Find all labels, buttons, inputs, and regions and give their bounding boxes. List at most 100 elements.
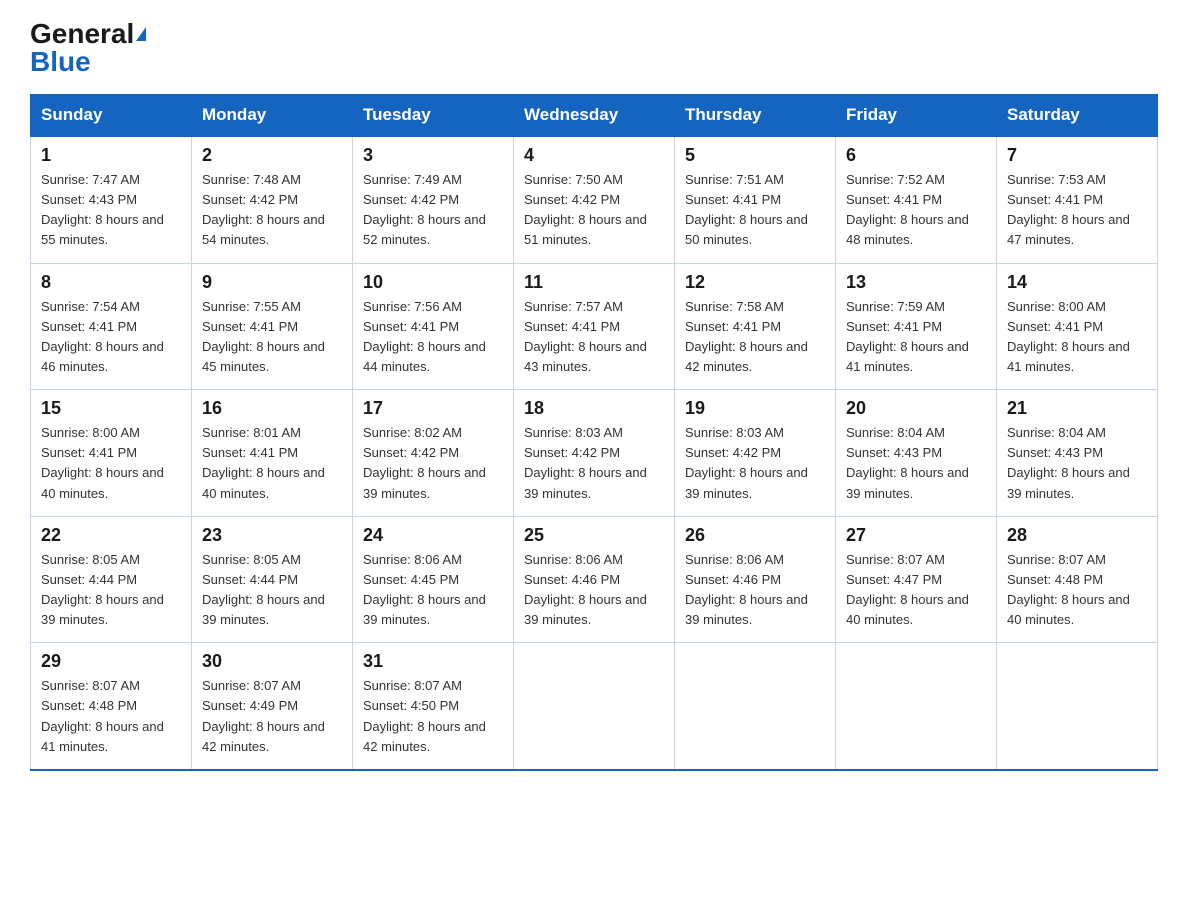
calendar-cell: 24 Sunrise: 8:06 AMSunset: 4:45 PMDaylig… [353,516,514,643]
calendar-header-row: SundayMondayTuesdayWednesdayThursdayFrid… [31,95,1158,137]
calendar-week-row: 1 Sunrise: 7:47 AMSunset: 4:43 PMDayligh… [31,136,1158,263]
col-header-tuesday: Tuesday [353,95,514,137]
day-info: Sunrise: 8:05 AMSunset: 4:44 PMDaylight:… [202,550,342,631]
calendar-cell: 3 Sunrise: 7:49 AMSunset: 4:42 PMDayligh… [353,136,514,263]
day-info: Sunrise: 8:00 AMSunset: 4:41 PMDaylight:… [41,423,181,504]
calendar-cell: 30 Sunrise: 8:07 AMSunset: 4:49 PMDaylig… [192,643,353,770]
col-header-monday: Monday [192,95,353,137]
calendar-cell: 20 Sunrise: 8:04 AMSunset: 4:43 PMDaylig… [836,390,997,517]
calendar-cell: 5 Sunrise: 7:51 AMSunset: 4:41 PMDayligh… [675,136,836,263]
day-number: 23 [202,525,342,546]
day-number: 16 [202,398,342,419]
col-header-thursday: Thursday [675,95,836,137]
calendar-cell: 6 Sunrise: 7:52 AMSunset: 4:41 PMDayligh… [836,136,997,263]
day-info: Sunrise: 8:06 AMSunset: 4:46 PMDaylight:… [524,550,664,631]
calendar-cell: 28 Sunrise: 8:07 AMSunset: 4:48 PMDaylig… [997,516,1158,643]
calendar-cell: 21 Sunrise: 8:04 AMSunset: 4:43 PMDaylig… [997,390,1158,517]
day-number: 24 [363,525,503,546]
day-info: Sunrise: 8:02 AMSunset: 4:42 PMDaylight:… [363,423,503,504]
calendar-cell: 7 Sunrise: 7:53 AMSunset: 4:41 PMDayligh… [997,136,1158,263]
calendar-cell: 19 Sunrise: 8:03 AMSunset: 4:42 PMDaylig… [675,390,836,517]
day-info: Sunrise: 8:03 AMSunset: 4:42 PMDaylight:… [524,423,664,504]
day-number: 30 [202,651,342,672]
calendar-cell [675,643,836,770]
day-number: 18 [524,398,664,419]
calendar-cell [997,643,1158,770]
day-number: 29 [41,651,181,672]
day-info: Sunrise: 7:58 AMSunset: 4:41 PMDaylight:… [685,297,825,378]
calendar-cell: 4 Sunrise: 7:50 AMSunset: 4:42 PMDayligh… [514,136,675,263]
calendar-cell: 18 Sunrise: 8:03 AMSunset: 4:42 PMDaylig… [514,390,675,517]
col-header-saturday: Saturday [997,95,1158,137]
day-number: 31 [363,651,503,672]
logo-blue: Blue [30,46,91,77]
day-number: 6 [846,145,986,166]
day-info: Sunrise: 7:49 AMSunset: 4:42 PMDaylight:… [363,170,503,251]
day-info: Sunrise: 7:57 AMSunset: 4:41 PMDaylight:… [524,297,664,378]
day-info: Sunrise: 8:07 AMSunset: 4:49 PMDaylight:… [202,676,342,757]
day-number: 25 [524,525,664,546]
calendar-table: SundayMondayTuesdayWednesdayThursdayFrid… [30,94,1158,771]
logo-general: General [30,18,134,49]
day-number: 14 [1007,272,1147,293]
day-info: Sunrise: 7:54 AMSunset: 4:41 PMDaylight:… [41,297,181,378]
day-info: Sunrise: 8:04 AMSunset: 4:43 PMDaylight:… [1007,423,1147,504]
day-info: Sunrise: 8:06 AMSunset: 4:46 PMDaylight:… [685,550,825,631]
day-number: 21 [1007,398,1147,419]
day-info: Sunrise: 7:56 AMSunset: 4:41 PMDaylight:… [363,297,503,378]
calendar-cell: 1 Sunrise: 7:47 AMSunset: 4:43 PMDayligh… [31,136,192,263]
calendar-cell: 9 Sunrise: 7:55 AMSunset: 4:41 PMDayligh… [192,263,353,390]
calendar-cell: 26 Sunrise: 8:06 AMSunset: 4:46 PMDaylig… [675,516,836,643]
day-number: 12 [685,272,825,293]
calendar-cell: 10 Sunrise: 7:56 AMSunset: 4:41 PMDaylig… [353,263,514,390]
day-info: Sunrise: 7:59 AMSunset: 4:41 PMDaylight:… [846,297,986,378]
col-header-friday: Friday [836,95,997,137]
day-number: 27 [846,525,986,546]
day-number: 1 [41,145,181,166]
calendar-cell: 27 Sunrise: 8:07 AMSunset: 4:47 PMDaylig… [836,516,997,643]
day-number: 22 [41,525,181,546]
day-number: 17 [363,398,503,419]
day-number: 4 [524,145,664,166]
calendar-week-row: 8 Sunrise: 7:54 AMSunset: 4:41 PMDayligh… [31,263,1158,390]
day-number: 10 [363,272,503,293]
day-info: Sunrise: 7:50 AMSunset: 4:42 PMDaylight:… [524,170,664,251]
calendar-week-row: 29 Sunrise: 8:07 AMSunset: 4:48 PMDaylig… [31,643,1158,770]
col-header-sunday: Sunday [31,95,192,137]
logo: General Blue [30,20,146,76]
day-info: Sunrise: 8:03 AMSunset: 4:42 PMDaylight:… [685,423,825,504]
calendar-cell: 31 Sunrise: 8:07 AMSunset: 4:50 PMDaylig… [353,643,514,770]
day-number: 28 [1007,525,1147,546]
day-number: 26 [685,525,825,546]
day-number: 5 [685,145,825,166]
logo-text: General Blue [30,20,146,76]
logo-triangle-icon [136,27,146,41]
calendar-cell [836,643,997,770]
calendar-week-row: 22 Sunrise: 8:05 AMSunset: 4:44 PMDaylig… [31,516,1158,643]
day-info: Sunrise: 8:07 AMSunset: 4:48 PMDaylight:… [1007,550,1147,631]
calendar-week-row: 15 Sunrise: 8:00 AMSunset: 4:41 PMDaylig… [31,390,1158,517]
calendar-cell: 16 Sunrise: 8:01 AMSunset: 4:41 PMDaylig… [192,390,353,517]
day-number: 2 [202,145,342,166]
calendar-cell: 8 Sunrise: 7:54 AMSunset: 4:41 PMDayligh… [31,263,192,390]
day-info: Sunrise: 7:52 AMSunset: 4:41 PMDaylight:… [846,170,986,251]
day-info: Sunrise: 7:55 AMSunset: 4:41 PMDaylight:… [202,297,342,378]
calendar-cell: 15 Sunrise: 8:00 AMSunset: 4:41 PMDaylig… [31,390,192,517]
day-info: Sunrise: 8:06 AMSunset: 4:45 PMDaylight:… [363,550,503,631]
calendar-cell: 17 Sunrise: 8:02 AMSunset: 4:42 PMDaylig… [353,390,514,517]
day-info: Sunrise: 8:04 AMSunset: 4:43 PMDaylight:… [846,423,986,504]
day-number: 11 [524,272,664,293]
day-info: Sunrise: 7:51 AMSunset: 4:41 PMDaylight:… [685,170,825,251]
calendar-cell: 25 Sunrise: 8:06 AMSunset: 4:46 PMDaylig… [514,516,675,643]
day-info: Sunrise: 8:01 AMSunset: 4:41 PMDaylight:… [202,423,342,504]
calendar-cell: 2 Sunrise: 7:48 AMSunset: 4:42 PMDayligh… [192,136,353,263]
page-header: General Blue [30,20,1158,76]
day-info: Sunrise: 8:07 AMSunset: 4:50 PMDaylight:… [363,676,503,757]
day-number: 3 [363,145,503,166]
calendar-cell: 12 Sunrise: 7:58 AMSunset: 4:41 PMDaylig… [675,263,836,390]
day-number: 7 [1007,145,1147,166]
calendar-cell: 29 Sunrise: 8:07 AMSunset: 4:48 PMDaylig… [31,643,192,770]
calendar-cell: 11 Sunrise: 7:57 AMSunset: 4:41 PMDaylig… [514,263,675,390]
day-number: 9 [202,272,342,293]
day-info: Sunrise: 8:07 AMSunset: 4:47 PMDaylight:… [846,550,986,631]
